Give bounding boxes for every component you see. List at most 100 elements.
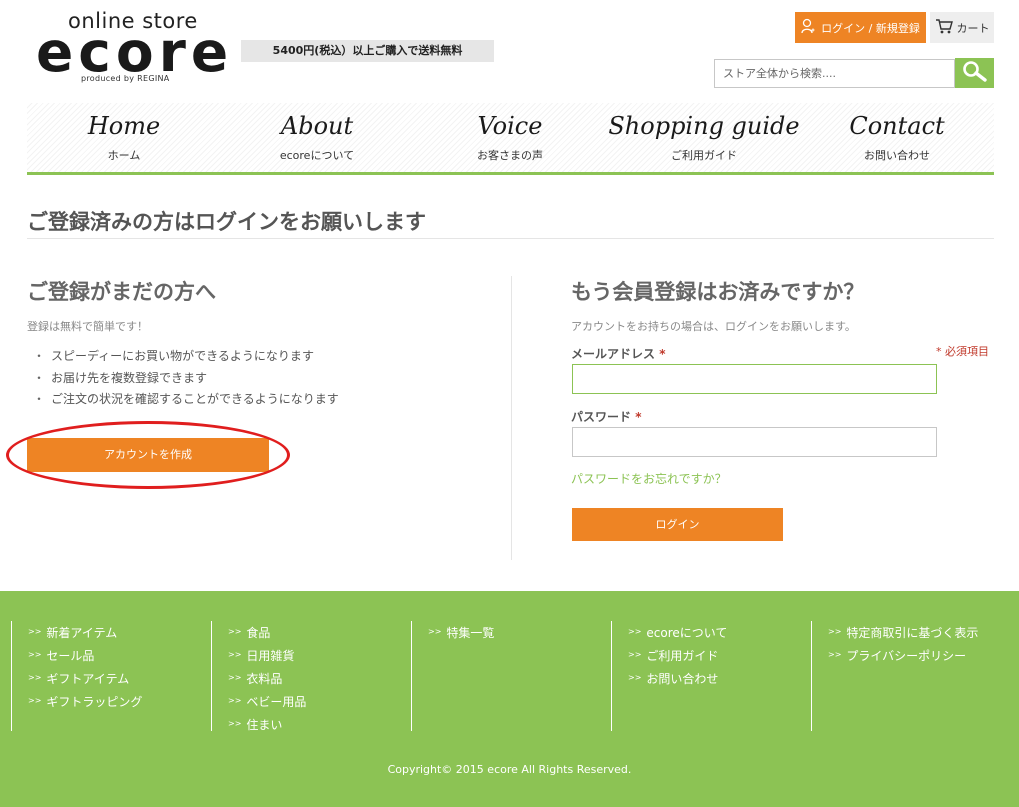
- footer-link-label: ギフトアイテム: [46, 672, 130, 686]
- benefit-text: お届け先を複数登録できます: [51, 370, 208, 385]
- benefit-text: ご注文の状況を確認することができるようになります: [51, 392, 339, 406]
- password-field[interactable]: [572, 427, 937, 457]
- bullet: ・: [33, 349, 46, 363]
- footer-link[interactable]: >> 食品: [228, 621, 411, 644]
- email-label-text: メールアドレス: [571, 347, 656, 361]
- footer-link[interactable]: >> 新着アイテム: [28, 621, 211, 644]
- footer-link[interactable]: >> プライバシーポリシー: [828, 644, 1011, 667]
- required-fields-note: * 必須項目: [936, 345, 989, 358]
- email-label: メールアドレス *: [571, 345, 665, 362]
- login-register-button[interactable]: ログイン / 新規登録: [795, 12, 926, 43]
- footer-link[interactable]: >> セール品: [28, 644, 211, 667]
- chevron-icon: >>: [28, 673, 42, 682]
- magnifier-icon: [962, 60, 988, 86]
- nav-label-en: Contact: [849, 112, 945, 140]
- nav-item-shopping-guide[interactable]: Shopping guide ご利用ガイド: [607, 103, 801, 173]
- new-customer-note: 登録は無料で簡単です！: [27, 320, 148, 333]
- list-item: ・ご注文の状況を確認することができるようになります: [33, 389, 339, 411]
- footer-link-label: ご利用ガイド: [646, 649, 719, 663]
- footer-link[interactable]: >> ご利用ガイド: [628, 644, 811, 667]
- copyright-text: Copyright© 2015 ecore All Rights Reserve…: [387, 763, 632, 776]
- nav-item-contact[interactable]: Contact お問い合わせ: [800, 103, 994, 173]
- footer-link[interactable]: >> 衣料品: [228, 667, 411, 690]
- chevron-icon: >>: [28, 627, 42, 636]
- footer-link[interactable]: >> 特集一覧: [428, 621, 611, 644]
- footer-link-label: 新着アイテム: [46, 626, 118, 640]
- chevron-icon: >>: [228, 696, 242, 705]
- chevron-icon: >>: [428, 627, 442, 636]
- chevron-icon: >>: [228, 719, 242, 728]
- nav-label-en: About: [280, 112, 354, 140]
- bullet: ・: [33, 392, 46, 406]
- chevron-icon: >>: [628, 673, 642, 682]
- forgot-password-link[interactable]: パスワードをお忘れですか？: [571, 470, 727, 487]
- nav-item-home[interactable]: Home ホーム: [27, 103, 221, 173]
- search-button[interactable]: [955, 58, 994, 88]
- logo-subtitle: produced by REGINA: [81, 74, 170, 83]
- footer-link-label: 住まい: [246, 718, 283, 732]
- footer-link-label: 日用雑貨: [246, 649, 295, 663]
- footer-column: >> 食品 >> 日用雑貨 >> 衣料品 >> ベビー用品 >> 住まい: [211, 621, 411, 732]
- list-item: ・お届け先を複数登録できます: [33, 368, 339, 390]
- nav-item-about[interactable]: About ecoreについて: [220, 103, 414, 173]
- search-input[interactable]: [714, 59, 955, 88]
- footer-link[interactable]: >> ギフトラッピング: [28, 690, 211, 713]
- login-register-label: ログイン / 新規登録: [821, 21, 920, 35]
- footer-link[interactable]: >> ベビー用品: [228, 690, 411, 713]
- nav-label-ja: お問い合わせ: [864, 149, 930, 162]
- bullet: ・: [33, 370, 46, 385]
- footer-link[interactable]: >> ecoreについて: [628, 621, 811, 644]
- column-divider: [511, 276, 512, 560]
- chevron-icon: >>: [628, 627, 642, 636]
- nav-label-en: Voice: [477, 112, 543, 140]
- footer-column: >> 特集一覧: [411, 621, 611, 731]
- title-divider: [27, 238, 994, 239]
- footer-column: >> 特定商取引に基づく表示 >> プライバシーポリシー: [811, 621, 1011, 731]
- footer-column: >> ecoreについて >> ご利用ガイド >> お問い合わせ: [611, 621, 811, 731]
- footer-link-label: ギフトラッピング: [46, 695, 143, 709]
- footer-link-label: 特集一覧: [446, 626, 495, 640]
- footer-link-label: 食品: [246, 626, 271, 640]
- new-customer-heading: ご登録がまだの方へ: [27, 280, 216, 304]
- required-mark: *: [635, 410, 642, 424]
- required-mark: *: [659, 347, 666, 361]
- chevron-icon: >>: [828, 650, 842, 659]
- login-button[interactable]: ログイン: [572, 508, 783, 541]
- footer-link[interactable]: >> ギフトアイテム: [28, 667, 211, 690]
- site-footer: >> 新着アイテム >> セール品 >> ギフトアイテム >> ギフトラッピング >> 食…: [0, 591, 1019, 807]
- chevron-icon: >>: [28, 696, 42, 705]
- nav-label-en: Home: [87, 112, 161, 140]
- footer-link-label: プライバシーポリシー: [846, 649, 967, 663]
- cart-label: カート: [956, 21, 990, 35]
- footer-link[interactable]: >> 住まい: [228, 713, 411, 736]
- cart-button[interactable]: カート: [930, 12, 994, 43]
- footer-link[interactable]: >> お問い合わせ: [628, 667, 811, 690]
- free-shipping-banner: 5400円(税込）以上ご購入で送料無料: [241, 40, 494, 62]
- chevron-icon: >>: [828, 627, 842, 636]
- chevron-icon: >>: [28, 650, 42, 659]
- registered-customer-note: アカウントをお持ちの場合は、ログインをお願いします。: [571, 320, 856, 333]
- highlight-annotation: [6, 421, 290, 489]
- nav-label-en: Shopping guide: [608, 112, 800, 140]
- footer-link-label: お問い合わせ: [646, 672, 719, 686]
- nav-item-voice[interactable]: Voice お客さまの声: [413, 103, 607, 173]
- chevron-icon: >>: [228, 673, 242, 682]
- nav-label-ja: ホーム: [107, 149, 141, 162]
- password-label-text: パスワード: [571, 410, 632, 424]
- footer-link[interactable]: >> 特定商取引に基づく表示: [828, 621, 1011, 644]
- email-field[interactable]: [572, 364, 937, 394]
- chevron-icon: >>: [228, 627, 242, 636]
- main-nav: Home ホーム About ecoreについて Voice お客さまの声 Sh…: [27, 103, 994, 173]
- footer-link[interactable]: >> 日用雑貨: [228, 644, 411, 667]
- nav-label-ja: ecoreについて: [279, 149, 355, 162]
- footer-column: >> 新着アイテム >> セール品 >> ギフトアイテム >> ギフトラッピング: [11, 621, 211, 731]
- footer-link-label: セール品: [46, 649, 95, 663]
- footer-link-label: 衣料品: [246, 672, 283, 686]
- benefits-list: ・スピーディーにお買い物ができるようになります ・お届け先を複数登録できます ・…: [33, 346, 339, 411]
- nav-label-ja: ご利用ガイド: [671, 149, 737, 162]
- benefit-text: スピーディーにお買い物ができるようになります: [51, 349, 314, 363]
- page-title: ご登録済みの方はログインをお願いします: [27, 210, 426, 234]
- logo-wordmark: ecore: [36, 20, 234, 84]
- user-icon: [801, 18, 815, 37]
- footer-link-label: ベビー用品: [246, 695, 307, 709]
